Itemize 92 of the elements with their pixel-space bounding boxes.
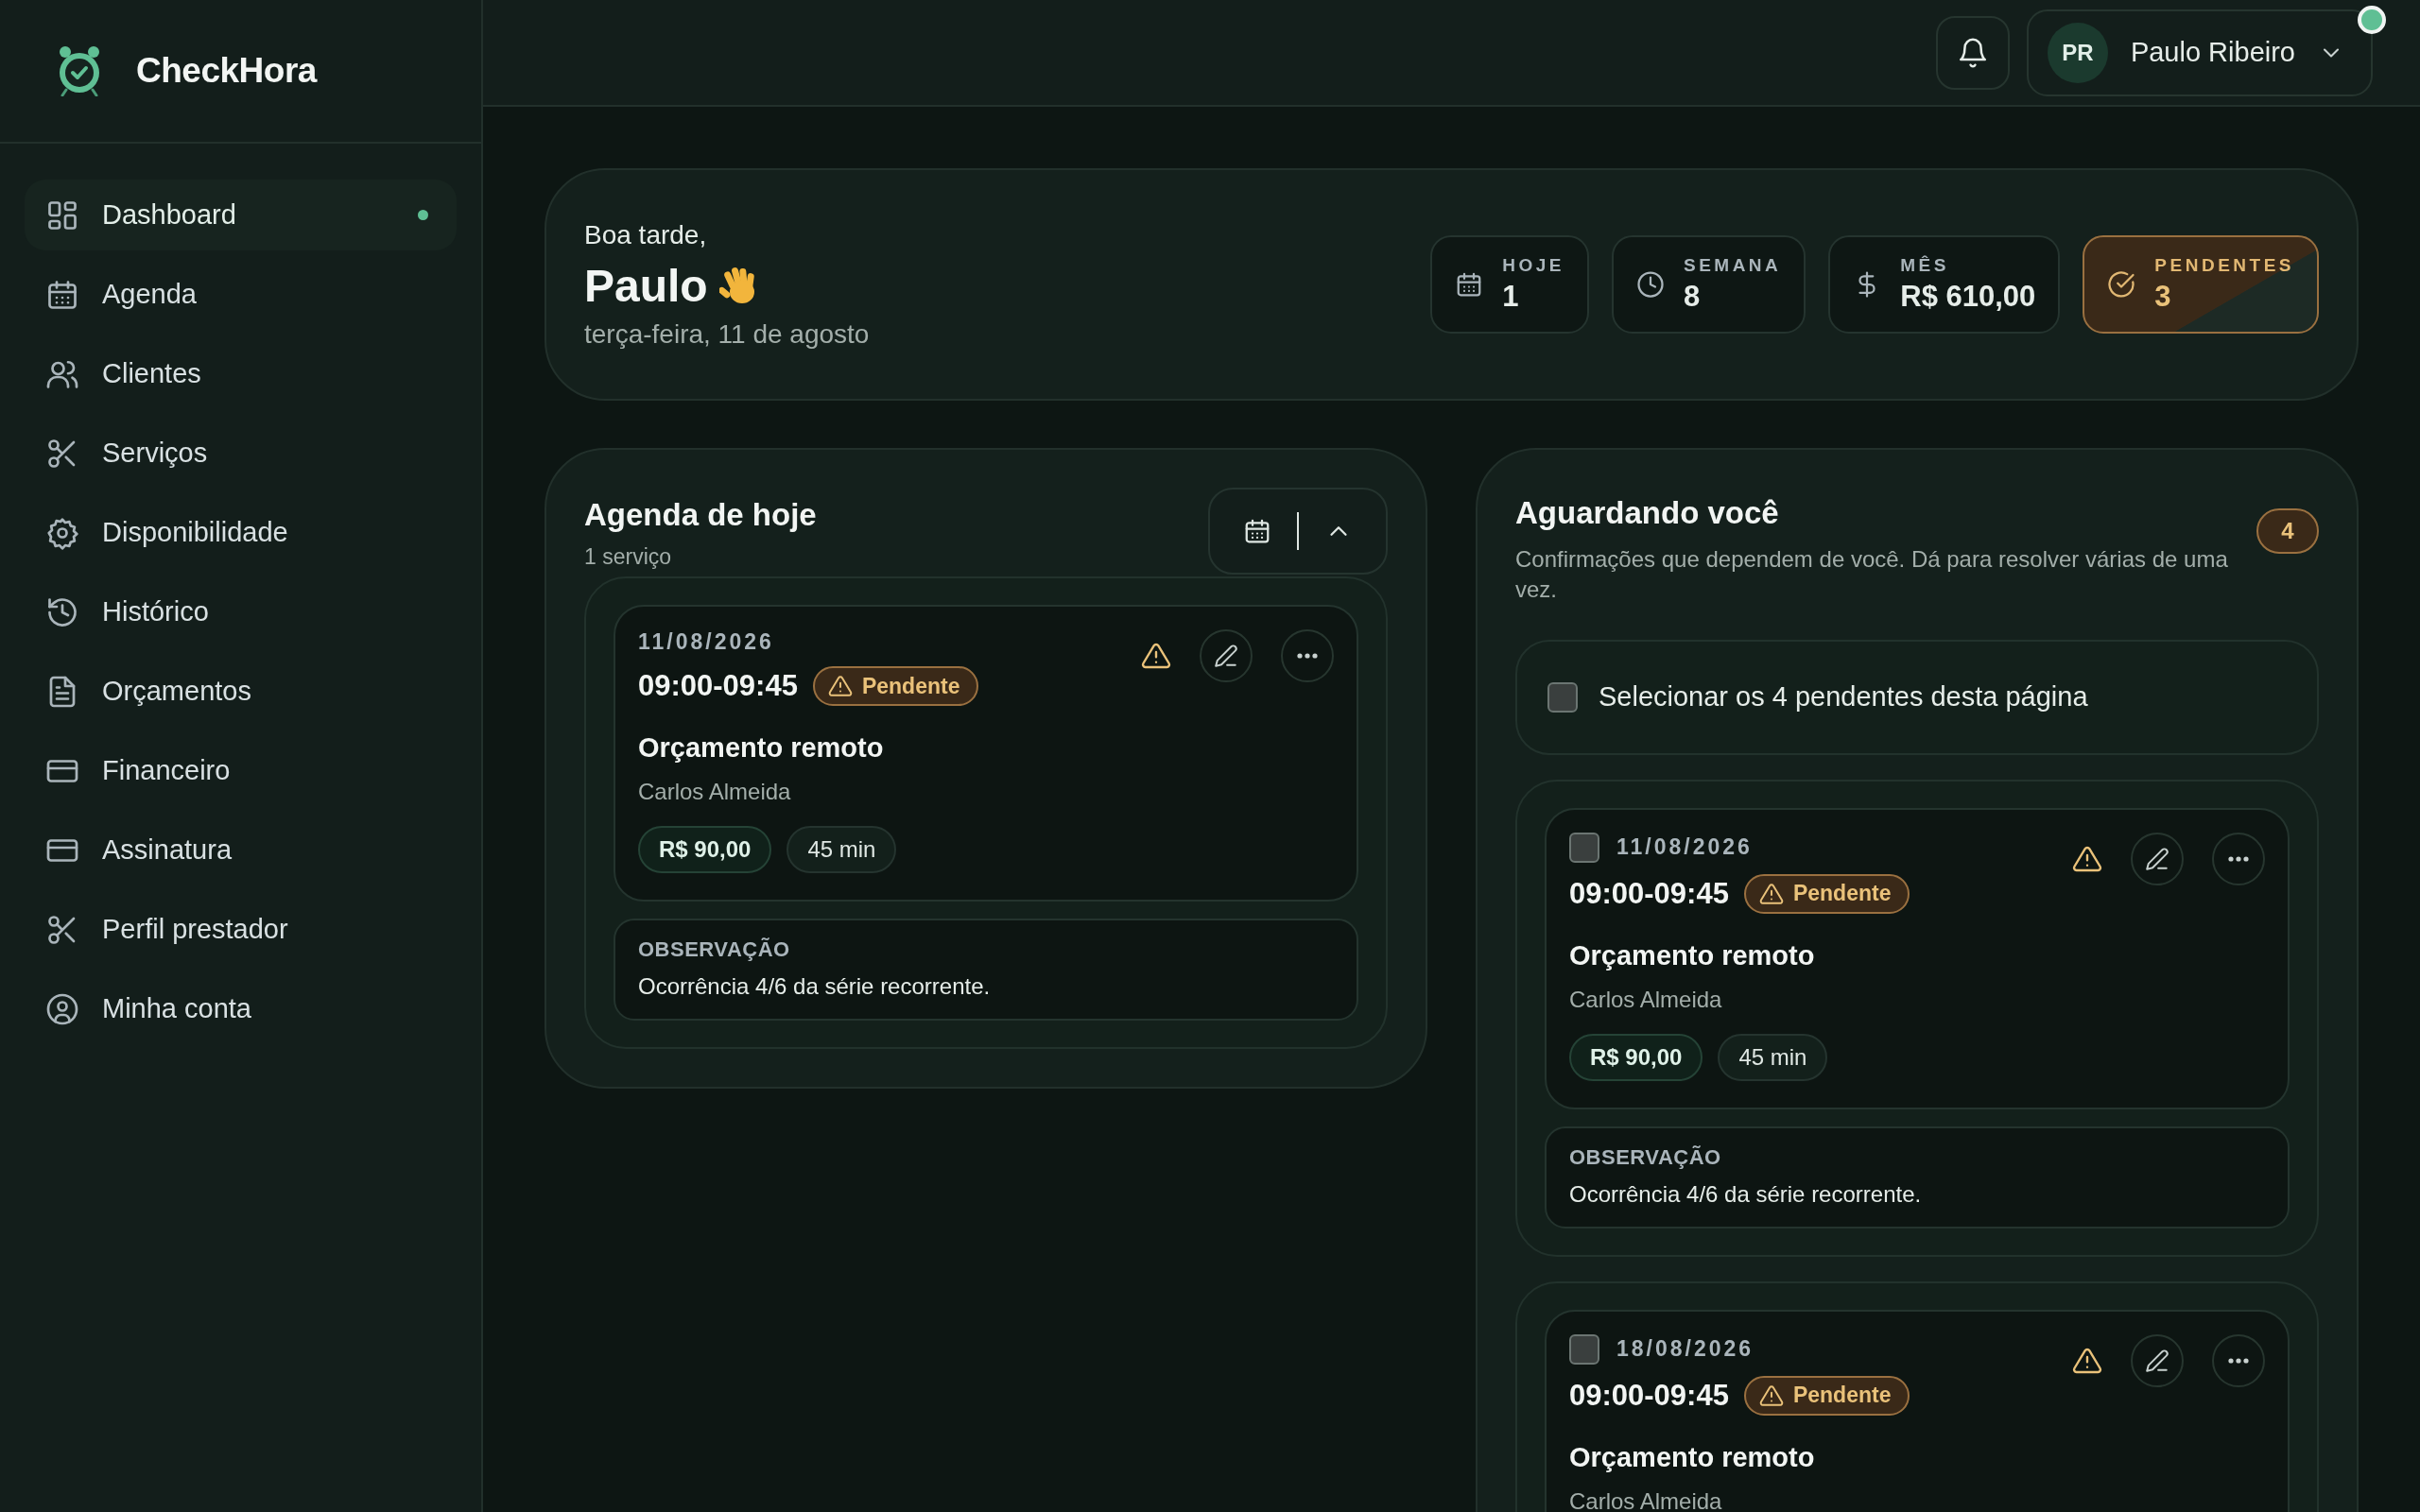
warning-icon [827,674,853,698]
sidebar-item-label: Assinatura [102,834,233,866]
more-button[interactable] [1281,629,1334,682]
stat-label: SEMANA [1683,255,1782,276]
pencil-icon [1214,644,1238,668]
note-text: Ocorrência 4/6 da série recorrente. [638,973,992,1000]
status-text: Pendente [1792,1383,1892,1409]
more-button[interactable] [2212,1333,2265,1387]
active-dot [418,210,428,220]
client-name: Carlos Almeida [638,779,792,805]
sidebar-item-label: Serviços [102,438,209,469]
status-text: Pendente [861,673,960,699]
client-name: Carlos Almeida [1569,986,1723,1013]
sidebar-item-label: Agenda [102,279,198,310]
sidebar-item-label: Histórico [102,596,210,627]
warning-icon [1758,881,1784,906]
user-menu-button[interactable]: PR Paulo Ribeiro [2026,9,2373,96]
appointment-date: 11/08/2026 [1616,834,1753,861]
appointment-date: 18/08/2026 [1616,1336,1754,1363]
sidebar-item-label: Minha conta [102,993,252,1024]
price-tag: R$ 90,00 [638,826,772,873]
sidebar-item[interactable]: Dashboard [25,180,457,250]
panel-title: Aguardando você [1515,495,1780,531]
clock-icon [1635,270,1665,299]
edit-button[interactable] [2131,1333,2184,1387]
checkbox[interactable] [1547,681,1578,713]
user-circle-icon [45,991,79,1026]
sidebar-item[interactable]: Perfil prestador [25,894,457,965]
more-icon [1297,653,1318,659]
sidebar-item[interactable]: Financeiro [25,735,457,806]
check-circle-icon [2107,270,2136,299]
service-name: Orçamento remoto [1569,939,1816,971]
stat-value: 1 [1502,280,1520,314]
sidebar-item[interactable]: Assinatura [25,815,457,885]
brand-name: CheckHora [136,51,317,91]
appointment-time: 09:00-09:45 [1569,1378,1729,1413]
edit-button[interactable] [1200,629,1253,682]
greeting-text: Boa tarde, [584,219,708,250]
user-avatar: PR [2047,22,2108,83]
sidebar-item[interactable]: Minha conta [25,973,457,1044]
more-icon [2228,1357,2249,1364]
client-name: Carlos Almeida [1569,1487,1723,1512]
pencil-icon [2145,1348,2169,1373]
sidebar-item[interactable]: Agenda [25,259,457,330]
stat-value: R$ 610,00 [1900,280,2036,314]
appointment-time: 09:00-09:45 [1569,876,1729,911]
service-name: Orçamento remoto [1569,1441,1816,1473]
warning-icon [1141,641,1171,671]
notifications-button[interactable] [1935,15,2010,90]
user-first-name: Paulo [584,259,708,312]
status-text: Pendente [1792,881,1892,907]
panel-title: Agenda de hoje [584,497,817,533]
appointment-date: 11/08/2026 [638,629,774,655]
more-button[interactable] [2212,832,2265,885]
stat-label: PENDENTES [2154,255,2294,276]
duration-tag: 45 min [1718,1033,1828,1081]
select-all-label: Selecionar os 4 pendentes desta página [1599,681,2088,713]
user-name: Paulo Ribeiro [2130,37,2295,68]
edit-button[interactable] [2131,832,2184,885]
count-badge: 4 [2256,508,2319,554]
sidebar-item[interactable]: Disponibilidade [25,497,457,568]
more-icon [2228,855,2249,862]
stat-value: 3 [2154,280,2172,314]
note-text: Ocorrência 4/6 da série recorrente. [1569,1180,1923,1208]
sidebar-item[interactable]: Serviços [25,418,457,489]
pencil-icon [2145,846,2169,871]
calendar-icon [1243,517,1271,545]
gear-icon [45,515,79,550]
sidebar-item-label: Clientes [102,358,202,389]
stat-label: MÊS [1900,255,1950,276]
note-label: OBSERVAÇÃO [1569,1144,1722,1170]
sidebar-item-label: Financeiro [102,755,232,786]
service-name: Orçamento remoto [638,732,885,764]
sidebar-item-label: Perfil prestador [102,914,289,945]
panel-subtitle: 1 serviço [584,544,673,570]
sidebar-item[interactable]: Orçamentos [25,656,457,727]
stat-value: 8 [1683,280,1702,314]
sidebar-item-label: Orçamentos [102,676,252,707]
panel-description: Confirmações que dependem de você. Dá para resolver várias de uma vez. [1515,545,2229,605]
sidebar-item-label: Disponibilidade [102,517,289,548]
current-date: terça-feira, 11 de agosto [584,318,870,350]
duration-tag: 45 min [786,826,897,873]
price-tag: R$ 90,00 [1569,1033,1703,1081]
checkbox[interactable] [1569,832,1599,863]
warning-icon [1758,1383,1784,1408]
sidebar-item-label: Dashboard [102,199,237,231]
sidebar-item[interactable]: Histórico [25,576,457,647]
appointment-time: 09:00-09:45 [638,669,798,703]
note-label: OBSERVAÇÃO [638,937,791,962]
checkbox[interactable] [1569,1333,1599,1365]
sidebar-item[interactable]: Clientes [25,338,457,409]
stat-label: HOJE [1502,255,1564,276]
